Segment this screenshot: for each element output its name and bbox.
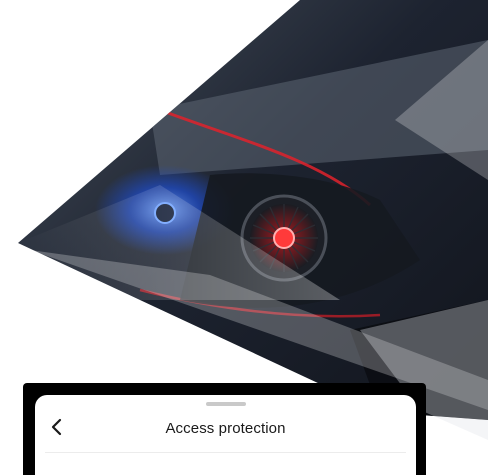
access-protection-sheet: Access protection: [35, 395, 416, 475]
header-divider: [45, 452, 406, 453]
page-title: Access protection: [165, 420, 286, 437]
promo-screen: Access protection: [0, 0, 488, 475]
sheet-grabber-handle[interactable]: [206, 402, 246, 406]
